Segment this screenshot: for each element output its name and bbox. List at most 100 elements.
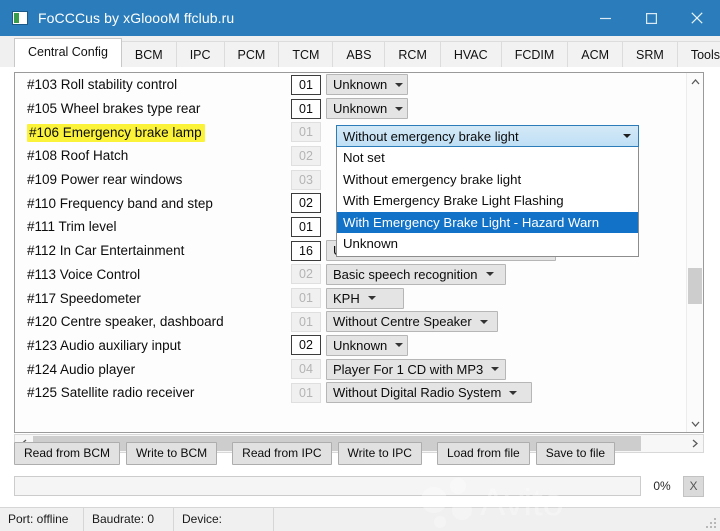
chevron-down-icon bbox=[395, 82, 404, 87]
row-value-input[interactable]: 02 bbox=[291, 335, 321, 356]
row-value-input[interactable]: 01 bbox=[291, 382, 321, 403]
load-from-file-button[interactable]: Load from file bbox=[436, 441, 530, 465]
tab-central-config[interactable]: Central Config bbox=[14, 38, 122, 67]
tab-hvac[interactable]: HVAC bbox=[439, 41, 502, 67]
row-label: #125 Satellite radio receiver bbox=[27, 385, 195, 401]
write-to-bcm-button[interactable]: Write to BCM bbox=[126, 441, 218, 465]
progress-percent: 0% bbox=[653, 479, 671, 493]
combobox-value: Unknown bbox=[333, 77, 388, 93]
chevron-down-icon bbox=[485, 272, 494, 277]
row-value-input[interactable]: 01 bbox=[291, 74, 321, 95]
chevron-down-icon bbox=[395, 106, 404, 111]
status-baudrate: Baudrate: 0 bbox=[84, 508, 174, 531]
combobox-value: Player For 1 CD with MP3 bbox=[333, 361, 484, 377]
row-value-input[interactable]: 01 bbox=[291, 216, 321, 237]
action-buttons: Read from BCM Write to BCM Read from IPC… bbox=[14, 438, 704, 468]
row-value-input[interactable]: 04 bbox=[291, 359, 321, 380]
row-combobox[interactable]: Unknown bbox=[326, 98, 408, 120]
tab-acm[interactable]: ACM bbox=[567, 41, 624, 67]
row-value-input[interactable]: 02 bbox=[291, 145, 321, 166]
tab-tools[interactable]: Tools bbox=[676, 41, 720, 67]
combobox-value: Unknown bbox=[333, 337, 388, 353]
tab-abs[interactable]: ABS bbox=[332, 41, 386, 67]
vertical-scrollbar[interactable] bbox=[686, 73, 703, 432]
minimize-button[interactable] bbox=[582, 0, 628, 36]
tab-tcm[interactable]: TCM bbox=[278, 41, 334, 67]
scroll-down-button[interactable] bbox=[687, 415, 703, 432]
row-combobox[interactable]: Without Centre Speaker bbox=[326, 311, 498, 333]
maximize-button[interactable] bbox=[628, 0, 674, 36]
row-label: #113 Voice Control bbox=[27, 266, 141, 282]
tab-fcdim[interactable]: FCDIM bbox=[500, 41, 569, 67]
row-value-input[interactable]: 02 bbox=[291, 264, 321, 285]
config-list: #103 Roll stability control 01 Unknown #… bbox=[14, 72, 704, 433]
combobox-value: Without Centre Speaker bbox=[333, 314, 472, 330]
dropdown-option-selected[interactable]: With Emergency Brake Light - Hazard Warn bbox=[337, 211, 638, 233]
scroll-up-button[interactable] bbox=[687, 73, 703, 90]
window-controls bbox=[582, 0, 720, 36]
read-from-ipc-button[interactable]: Read from IPC bbox=[232, 441, 332, 465]
row-combobox[interactable]: Unknown bbox=[326, 334, 408, 356]
chevron-down-icon bbox=[479, 319, 488, 324]
window-title: FoCCCus by xGloooM ffclub.ru bbox=[38, 10, 235, 26]
resize-grip-icon[interactable] bbox=[705, 516, 717, 528]
read-from-bcm-button[interactable]: Read from BCM bbox=[14, 441, 121, 465]
row-label: #106 Emergency brake lamp bbox=[15, 123, 291, 142]
dropdown-option[interactable]: Without emergency brake light bbox=[337, 169, 638, 191]
combobox-value: Without Digital Radio System bbox=[333, 385, 502, 401]
row-combobox[interactable]: Unknown bbox=[326, 74, 408, 96]
close-button[interactable] bbox=[674, 0, 720, 36]
application-window: FoCCCus by xGloooM ffclub.ru Central Con… bbox=[0, 0, 720, 531]
table-row[interactable]: #105 Wheel brakes type rear 01 Unknown bbox=[15, 97, 687, 121]
status-port: Port: offline bbox=[0, 508, 84, 531]
row-value-input[interactable]: 02 bbox=[291, 193, 321, 214]
row-value-input[interactable]: 01 bbox=[291, 311, 321, 332]
row-value-input[interactable]: 16 bbox=[291, 240, 321, 261]
tab-srm[interactable]: SRM bbox=[622, 41, 678, 67]
dropdown-option[interactable]: Not set bbox=[337, 147, 638, 169]
table-row[interactable]: #113 Voice Control 02 Basic speech recog… bbox=[15, 263, 687, 287]
tab-strip: Central Config BCM IPC PCM TCM ABS RCM H… bbox=[0, 36, 720, 68]
table-row[interactable]: #124 Audio player 04 Player For 1 CD wit… bbox=[15, 357, 687, 381]
row-value-input[interactable]: 01 bbox=[291, 122, 321, 143]
table-row[interactable]: #125 Satellite radio receiver 01 Without… bbox=[15, 381, 687, 405]
write-to-ipc-button[interactable]: Write to IPC bbox=[337, 441, 422, 465]
chevron-down-icon bbox=[509, 390, 518, 395]
table-row[interactable]: #120 Centre speaker, dashboard 01 Withou… bbox=[15, 310, 687, 334]
row-combobox[interactable]: Basic speech recognition bbox=[326, 263, 506, 285]
tab-pcm[interactable]: PCM bbox=[223, 41, 280, 67]
tab-rcm[interactable]: RCM bbox=[384, 41, 441, 67]
dropdown-option[interactable]: Unknown bbox=[337, 233, 638, 255]
dropdown-option[interactable]: With Emergency Brake Light Flashing bbox=[337, 190, 638, 212]
row-label: #123 Audio auxiliary input bbox=[27, 337, 181, 353]
tab-bcm[interactable]: BCM bbox=[120, 41, 177, 67]
progress-bar bbox=[14, 476, 641, 496]
row-label: #110 Frequency band and step bbox=[27, 195, 213, 211]
cancel-progress-button[interactable]: X bbox=[683, 475, 704, 497]
table-row[interactable]: #117 Speedometer 01 KPH bbox=[15, 286, 687, 310]
emergency-brake-lamp-dropdown[interactable]: Without emergency brake light Not set Wi… bbox=[336, 125, 639, 257]
row-combobox[interactable]: KPH bbox=[326, 287, 404, 309]
row-label: #105 Wheel brakes type rear bbox=[27, 101, 201, 117]
title-bar: FoCCCus by xGloooM ffclub.ru bbox=[0, 0, 720, 36]
chevron-down-icon bbox=[395, 343, 404, 348]
row-combobox[interactable]: Without Digital Radio System bbox=[326, 382, 532, 404]
table-row[interactable]: #103 Roll stability control 01 Unknown bbox=[15, 73, 687, 97]
chevron-down-icon bbox=[623, 134, 631, 138]
row-value-input[interactable]: 03 bbox=[291, 169, 321, 190]
vertical-scrollbar-thumb[interactable] bbox=[688, 268, 702, 304]
status-bar: Port: offline Baudrate: 0 Device: bbox=[0, 507, 720, 531]
table-row[interactable]: #123 Audio auxiliary input 02 Unknown bbox=[15, 334, 687, 358]
row-label: #120 Centre speaker, dashboard bbox=[27, 314, 224, 330]
chevron-down-icon bbox=[491, 367, 500, 372]
save-to-file-button[interactable]: Save to file bbox=[535, 441, 616, 465]
row-combobox[interactable]: Player For 1 CD with MP3 bbox=[326, 358, 506, 380]
tab-ipc[interactable]: IPC bbox=[175, 41, 225, 67]
row-value-input[interactable]: 01 bbox=[291, 98, 321, 119]
row-label: #103 Roll stability control bbox=[27, 77, 178, 93]
row-label: #124 Audio player bbox=[27, 361, 136, 377]
combobox-value: KPH bbox=[333, 290, 360, 306]
highlighted-label: #106 Emergency brake lamp bbox=[27, 123, 205, 142]
row-value-input[interactable]: 01 bbox=[291, 288, 321, 309]
dropdown-display[interactable]: Without emergency brake light bbox=[336, 125, 639, 147]
